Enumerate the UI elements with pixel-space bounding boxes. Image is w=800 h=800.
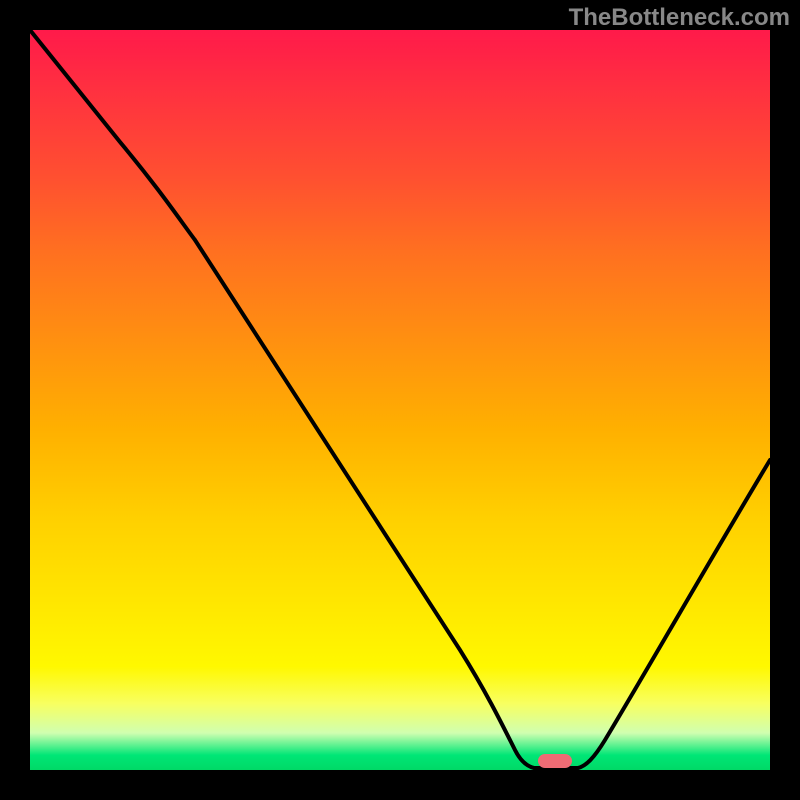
chart-plot-area	[30, 30, 770, 770]
watermark-text: TheBottleneck.com	[569, 4, 790, 32]
optimal-marker	[538, 754, 572, 768]
chart-curve-layer	[30, 30, 770, 770]
bottleneck-curve-path	[30, 30, 770, 768]
